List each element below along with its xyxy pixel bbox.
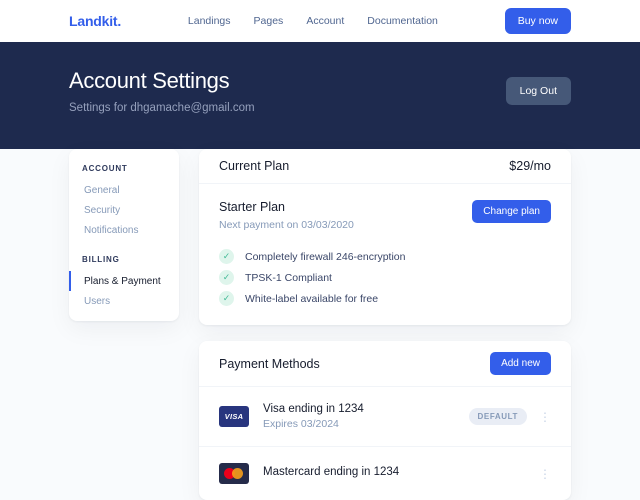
sidebar-item-security[interactable]: Security <box>69 200 179 220</box>
table-row: Mastercard ending in 1234 ⋮ <box>199 446 571 500</box>
settings-main-column: Current Plan $29/mo Starter Plan Next pa… <box>199 149 571 500</box>
check-icon: ✓ <box>219 270 234 285</box>
nav-link-landings[interactable]: Landings <box>188 15 231 27</box>
current-plan-header: Current Plan $29/mo <box>199 149 571 184</box>
current-plan-price: $29/mo <box>509 159 551 173</box>
page-title: Account Settings <box>69 68 255 94</box>
check-icon: ✓ <box>219 291 234 306</box>
current-plan-title: Current Plan <box>219 159 289 173</box>
plan-info: Starter Plan Next payment on 03/03/2020 <box>219 200 354 231</box>
card-expiry: Expires 03/2024 <box>263 418 469 430</box>
card-info: Mastercard ending in 1234 <box>263 466 527 481</box>
nav-link-pages[interactable]: Pages <box>254 15 284 27</box>
sidebar-item-plans-payment[interactable]: Plans & Payment <box>69 271 179 291</box>
landkit-logo[interactable]: Landkit. <box>69 13 121 29</box>
add-new-button[interactable]: Add new <box>490 352 551 375</box>
payment-methods-header: Payment Methods Add new <box>199 341 571 387</box>
list-item: ✓ TPSK-1 Compliant <box>219 267 551 288</box>
payment-methods-card: Payment Methods Add new VISA Visa ending… <box>199 341 571 500</box>
kebab-menu-icon[interactable]: ⋮ <box>539 411 551 423</box>
card-title: Visa ending in 1234 <box>263 403 469 415</box>
main-content: Account General Security Notifications B… <box>0 149 640 500</box>
sidebar-item-notifications[interactable]: Notifications <box>69 220 179 240</box>
sidebar-section-account: Account General Security Notifications <box>69 164 179 240</box>
page-subtitle: Settings for dhgamache@gmail.com <box>69 102 255 114</box>
payment-methods-title: Payment Methods <box>219 357 320 371</box>
hero-text: Account Settings Settings for dhgamache@… <box>69 68 255 114</box>
log-out-button[interactable]: Log Out <box>506 77 571 105</box>
mastercard-icon <box>219 463 249 484</box>
feature-label: White-label available for free <box>245 293 378 305</box>
nav-link-documentation[interactable]: Documentation <box>367 15 438 27</box>
payment-methods-list: VISA Visa ending in 1234 Expires 03/2024… <box>199 387 571 500</box>
hero-banner: Account Settings Settings for dhgamache@… <box>0 42 640 163</box>
list-item: ✓ White-label available for free <box>219 288 551 309</box>
visa-icon: VISA <box>219 406 249 427</box>
plan-features-list: ✓ Completely firewall 246-encryption ✓ T… <box>219 246 551 309</box>
feature-label: TPSK-1 Compliant <box>245 272 332 284</box>
nav-links: Landings Pages Account Documentation <box>188 15 438 27</box>
sidebar-heading-account: Account <box>69 164 179 173</box>
sidebar-section-billing: Billing Plans & Payment Users <box>69 255 179 311</box>
list-item: ✓ Completely firewall 246-encryption <box>219 246 551 267</box>
plan-next-payment: Next payment on 03/03/2020 <box>219 219 354 231</box>
change-plan-button[interactable]: Change plan <box>472 200 551 223</box>
sidebar-item-general[interactable]: General <box>69 180 179 200</box>
settings-sidebar: Account General Security Notifications B… <box>69 149 179 321</box>
nav-link-account[interactable]: Account <box>306 15 344 27</box>
top-navbar: Landkit. Landings Pages Account Document… <box>0 0 640 42</box>
sidebar-item-users[interactable]: Users <box>69 291 179 311</box>
kebab-menu-icon[interactable]: ⋮ <box>539 468 551 480</box>
current-plan-body: Starter Plan Next payment on 03/03/2020 … <box>199 184 571 325</box>
sidebar-heading-billing: Billing <box>69 255 179 264</box>
check-icon: ✓ <box>219 249 234 264</box>
current-plan-card: Current Plan $29/mo Starter Plan Next pa… <box>199 149 571 325</box>
plan-name: Starter Plan <box>219 200 354 214</box>
card-info: Visa ending in 1234 Expires 03/2024 <box>263 403 469 430</box>
status-badge: DEFAULT <box>469 408 528 425</box>
buy-now-button[interactable]: Buy now <box>505 8 571 34</box>
feature-label: Completely firewall 246-encryption <box>245 251 406 263</box>
card-title: Mastercard ending in 1234 <box>263 466 527 478</box>
table-row: VISA Visa ending in 1234 Expires 03/2024… <box>199 387 571 446</box>
